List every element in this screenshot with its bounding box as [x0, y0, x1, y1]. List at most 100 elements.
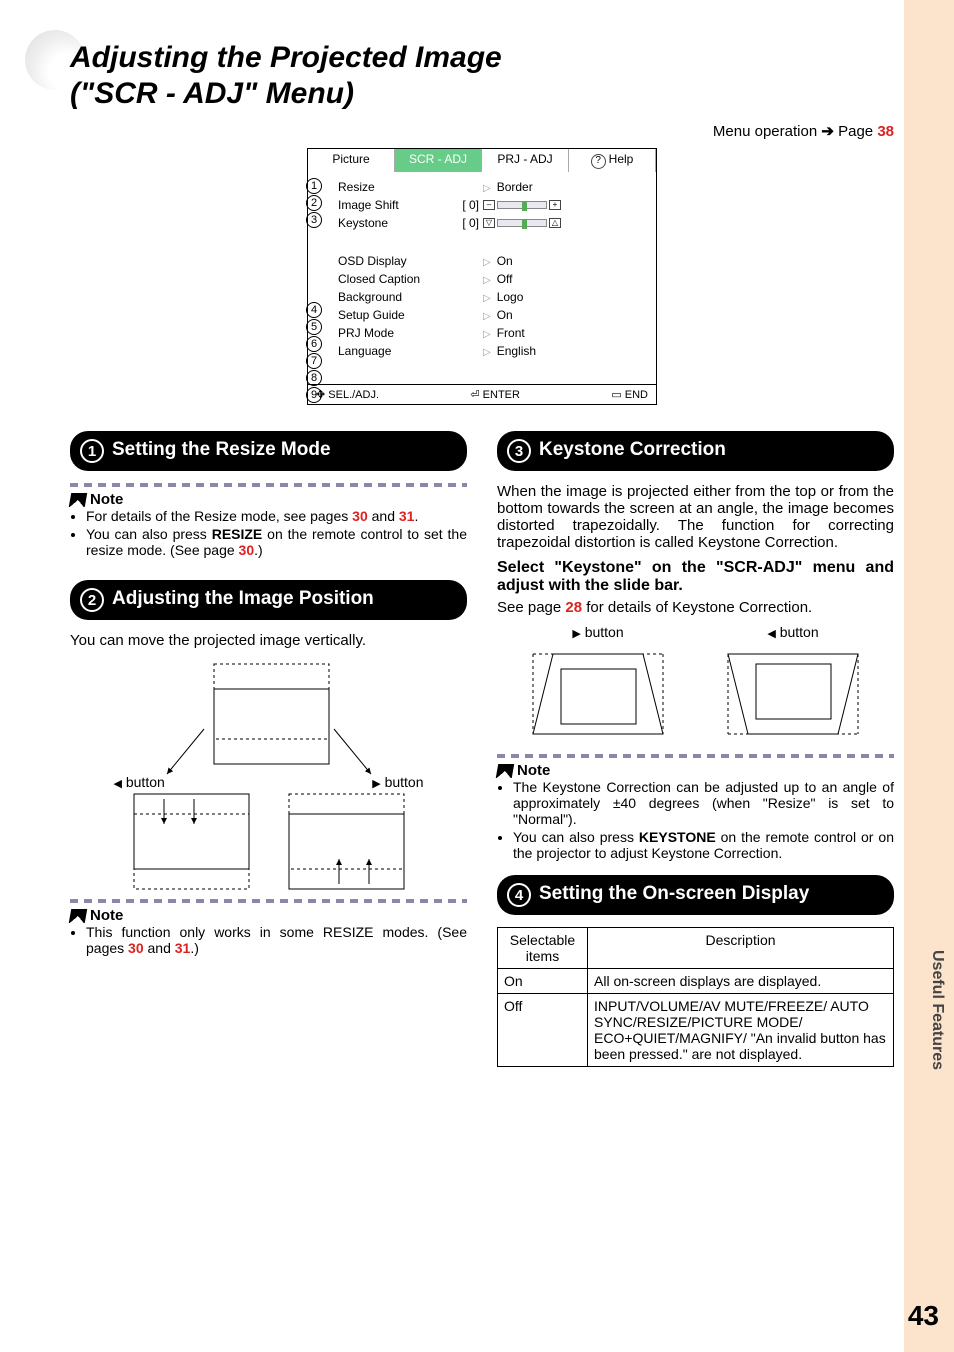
text: You can also press: [86, 526, 212, 542]
submenu-arrow-icon: [483, 180, 497, 194]
text: .: [414, 508, 418, 524]
triangle-right-icon: ▶: [572, 628, 580, 640]
note-list-3: The Keystone Correction can be adjusted …: [497, 779, 894, 861]
footer-enter-label: ENTER: [483, 389, 520, 401]
menu-val: Border: [497, 180, 577, 194]
note-heading: Note: [497, 762, 894, 779]
menu-label: Language: [338, 344, 443, 358]
note-bullet: You can also press RESIZE on the remote …: [86, 526, 467, 558]
menu-val: Front: [497, 326, 577, 340]
menu-label: Resize: [338, 180, 443, 194]
section-2-title: Adjusting the Image Position: [112, 588, 374, 610]
osd-menu-screenshot: Picture SCR - ADJ PRJ - ADJ Help 1 2 3 R…: [307, 148, 657, 405]
text: See page: [497, 599, 565, 616]
menu-body: 1 2 3 Resize Border Image Shift [ 0] –+ …: [308, 172, 656, 384]
tab-help: Help: [569, 149, 656, 172]
td-item: On: [498, 969, 588, 994]
menu-row-image-shift: Image Shift [ 0] –+: [338, 196, 648, 214]
submenu-arrow-icon: [483, 344, 497, 358]
triangle-left-icon: ◀: [767, 628, 775, 640]
menu-row-setup: Setup Guide On: [338, 306, 648, 324]
menu-label: Keystone: [338, 216, 443, 230]
bold-text: RESIZE: [212, 526, 263, 542]
menu-val: On: [497, 254, 577, 268]
minus-icon: –: [483, 200, 495, 210]
title-line-2: ("SCR - ADJ" Menu): [70, 77, 354, 110]
menu-row-bg: Background Logo: [338, 288, 648, 306]
section-number-4: 4: [507, 883, 531, 907]
plus-icon: +: [549, 200, 561, 210]
left-button-label: ◀ button: [114, 774, 165, 790]
menu-operation-ref: Menu operation ➔ Page 38: [70, 122, 894, 140]
slider-image-shift: –+: [483, 200, 561, 210]
callout-2: 2: [306, 195, 322, 211]
section-3-heading: 3 Keystone Correction: [497, 431, 894, 471]
menu-row-cc: Closed CaptionOff: [338, 270, 648, 288]
submenu-arrow-icon: [483, 254, 497, 268]
tab-scr-adj: SCR - ADJ: [395, 149, 482, 172]
footer-sel-label: SEL./ADJ.: [328, 389, 379, 401]
th-items: Selectable items: [498, 928, 588, 969]
section-4-heading: 4 Setting the On-screen Display: [497, 875, 894, 915]
text: and: [368, 508, 399, 524]
callout-9: 9: [306, 387, 322, 403]
menu-label: Closed Caption: [338, 272, 443, 286]
text: For details of the Resize mode, see page…: [86, 508, 352, 524]
callout-4: 4: [306, 302, 322, 318]
section-1-heading: 1 Setting the Resize Mode: [70, 431, 467, 471]
callout-1: 1: [306, 178, 322, 194]
menu-pre: [ 0]: [443, 198, 483, 212]
table-row: On All on-screen displays are displayed.: [498, 969, 894, 994]
menu-pre: [ 0]: [443, 216, 483, 230]
menu-label: Image Shift: [338, 198, 443, 212]
table-row: Off INPUT/VOLUME/AV MUTE/FREEZE/ AUTO SY…: [498, 994, 894, 1067]
menu-label: Setup Guide: [338, 308, 443, 322]
text: button: [385, 774, 424, 790]
footer-enter: ⏎ ENTER: [470, 388, 520, 401]
menu-val: Logo: [497, 290, 577, 304]
note-divider: [70, 899, 467, 903]
page-number: 43: [908, 1300, 939, 1332]
page-ref: 31: [175, 940, 191, 956]
menu-label: Background: [338, 290, 443, 304]
menu-val: On: [497, 308, 577, 322]
callout-7: 7: [306, 353, 322, 369]
footer-end-label: END: [625, 389, 648, 401]
section-2-desc: You can move the projected image vertica…: [70, 632, 467, 649]
menu-row-resize: Resize Border: [338, 178, 648, 196]
footer-end: ▭ END: [611, 388, 648, 401]
section-number-1: 1: [80, 439, 104, 463]
section-3-seepage: See page 28 for details of Keystone Corr…: [497, 599, 894, 616]
menu-row-osd: OSD DisplayOn: [338, 252, 648, 270]
submenu-arrow-icon: [483, 326, 497, 340]
trap-down-icon: ▽: [483, 218, 495, 228]
page: Adjusting the Projected Image ("SCR - AD…: [0, 0, 954, 1352]
menu-footer: ✥ SEL./ADJ. ⏎ ENTER ▭ END: [308, 384, 656, 404]
menu-label: PRJ Mode: [338, 326, 443, 340]
menu-row-keystone: Keystone [ 0] ▽△: [338, 214, 648, 232]
text: .): [190, 940, 199, 956]
text: .): [254, 542, 263, 558]
callout-8: 8: [306, 370, 322, 386]
page-title: Adjusting the Projected Image ("SCR - AD…: [70, 40, 894, 112]
note-heading: Note: [70, 907, 467, 924]
text: button: [585, 624, 624, 640]
page-ref: 30: [128, 940, 144, 956]
note-list-2: This function only works in some RESIZE …: [70, 924, 467, 956]
menu-row-prjmode: PRJ Mode Front: [338, 324, 648, 342]
section-3-desc: When the image is projected either from …: [497, 483, 894, 551]
table-head-row: Selectable items Description: [498, 928, 894, 969]
text: You can also press: [513, 829, 639, 845]
submenu-arrow-icon: [483, 290, 497, 304]
page-ref: 30: [239, 542, 255, 558]
menu-val: English: [497, 344, 577, 358]
section-3-title: Keystone Correction: [539, 439, 726, 461]
triangle-right-icon: ▶: [372, 778, 380, 790]
footer-sel: ✥ SEL./ADJ.: [316, 388, 379, 401]
note-divider: [70, 483, 467, 487]
menu-op-page-num: 38: [877, 123, 894, 140]
td-desc: INPUT/VOLUME/AV MUTE/FREEZE/ AUTO SYNC/R…: [588, 994, 894, 1067]
keystone-left-diagram: ◀ button: [708, 624, 878, 744]
callout-3: 3: [306, 212, 322, 228]
page-ref: 30: [352, 508, 368, 524]
